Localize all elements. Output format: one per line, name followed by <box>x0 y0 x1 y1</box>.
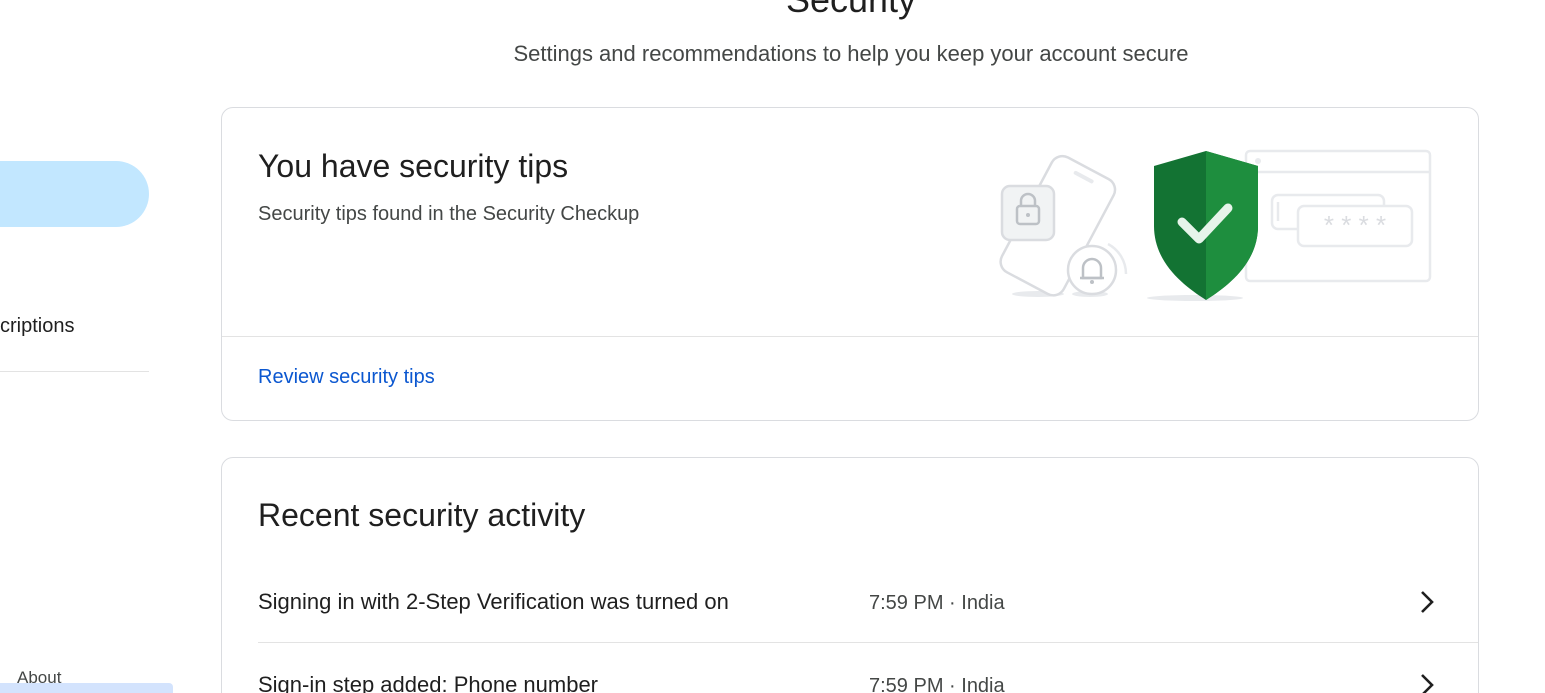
activity-row[interactable]: Sign-in step added: Phone number 7:59 PM… <box>258 643 1478 693</box>
chevron-right-icon <box>1421 591 1434 613</box>
activity-row[interactable]: Signing in with 2-Step Verification was … <box>258 560 1478 643</box>
shield-check-icon <box>1147 151 1258 301</box>
activity-time-location: 7:59 PM · India <box>869 675 1005 693</box>
sidebar-item-subscriptions[interactable]: criptions <box>0 312 74 340</box>
security-tips-title: You have security tips <box>258 148 569 184</box>
activity-event: Signing in with 2-Step Verification was … <box>258 589 729 614</box>
security-tips-divider <box>222 336 1478 337</box>
recent-activity-card: Recent security activity Signing in with… <box>221 457 1479 693</box>
sidebar-divider <box>0 371 149 372</box>
security-tips-description: Security tips found in the Security Chec… <box>258 203 640 225</box>
chevron-right-icon <box>1421 674 1434 693</box>
sidebar-about-link[interactable]: About <box>17 667 61 689</box>
password-mask: * * * * <box>1324 210 1386 240</box>
bell-icon <box>1066 242 1128 297</box>
password-window-icon: * * * * <box>1244 149 1432 283</box>
security-illustration: * * * * <box>999 149 1432 301</box>
review-security-tips-link[interactable]: Review security tips <box>258 364 435 390</box>
activity-time-location: 7:59 PM · India <box>869 592 1005 614</box>
activity-event: Sign-in step added: Phone number <box>258 672 599 693</box>
sidebar-item-security-active[interactable] <box>0 161 149 227</box>
page-title: Security <box>0 0 1545 22</box>
recent-activity-title: Recent security activity <box>258 497 586 533</box>
security-tips-card: You have security tips Security tips fou… <box>221 107 1479 421</box>
page-subtitle: Settings and recommendations to help you… <box>513 41 1189 66</box>
